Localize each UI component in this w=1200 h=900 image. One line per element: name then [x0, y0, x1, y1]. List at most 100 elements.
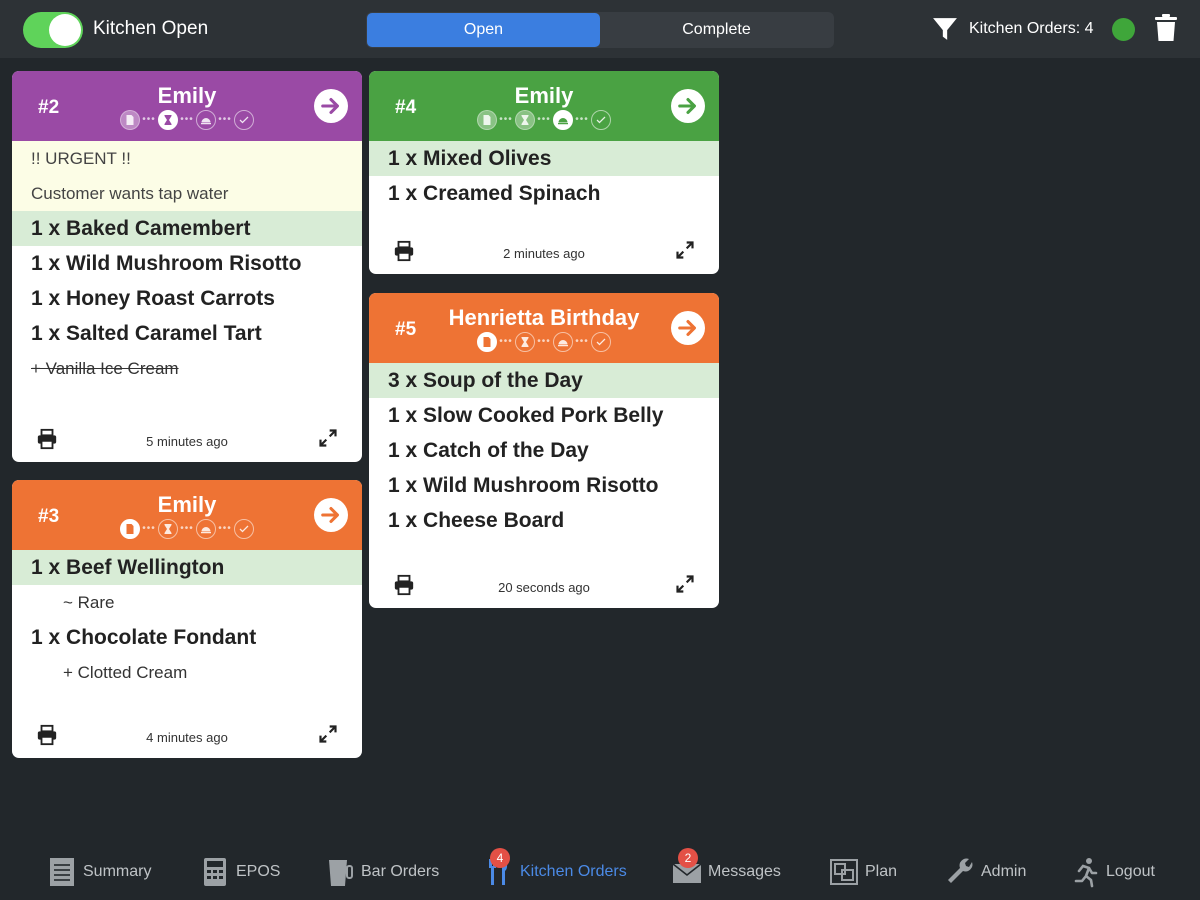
- order-timestamp: 2 minutes ago: [503, 246, 585, 261]
- nav-icon-wrap: [945, 856, 975, 888]
- order-item[interactable]: 1 x Chocolate Fondant: [12, 620, 362, 655]
- kitchen-open-toggle[interactable]: [23, 12, 83, 48]
- progress-step: [196, 110, 216, 130]
- progress-connector: •••: [218, 114, 232, 125]
- expand-button[interactable]: [675, 574, 695, 594]
- order-item[interactable]: 1 x Beef Wellington: [12, 550, 362, 585]
- check-icon: [239, 116, 249, 124]
- filter-icon[interactable]: [932, 16, 958, 42]
- order-item-modifier[interactable]: + Vanilla Ice Cream: [12, 351, 362, 386]
- progress-connector: •••: [575, 336, 589, 347]
- expand-button[interactable]: [318, 724, 338, 744]
- hourglass-icon: [164, 524, 172, 534]
- order-progress-steps: ••• ••• •••: [12, 519, 362, 539]
- order-note-line: !! URGENT !!: [31, 149, 131, 168]
- nav-logout[interactable]: Logout: [1070, 854, 1155, 890]
- order-card[interactable]: #3 Emily ••• ••• ••• 1 x Beef Wellington ~ Rar…: [12, 480, 362, 758]
- order-card[interactable]: #5 Henrietta Birthday ••• ••• ••• 3 x Soup of…: [369, 293, 719, 608]
- nav-summary[interactable]: Summary: [47, 854, 151, 890]
- order-timestamp: 20 seconds ago: [498, 580, 590, 595]
- nav-icon-wrap: [47, 856, 77, 888]
- order-item[interactable]: 1 x Slow Cooked Pork Belly: [369, 398, 719, 433]
- notification-badge: 2: [678, 848, 698, 868]
- order-progress-steps: ••• ••• •••: [369, 110, 719, 130]
- order-item[interactable]: 1 x Catch of the Day: [369, 433, 719, 468]
- progress-connector: •••: [180, 523, 194, 534]
- nav-label: Kitchen Orders: [520, 863, 627, 880]
- progress-connector: •••: [537, 336, 551, 347]
- order-item[interactable]: 1 x Wild Mushroom Risotto: [369, 468, 719, 503]
- expand-icon: [319, 725, 337, 743]
- nav-kitchen-orders[interactable]: 4 Kitchen Orders: [484, 848, 627, 890]
- nav-icon-wrap: [1070, 856, 1100, 888]
- nav-label: EPOS: [236, 863, 281, 880]
- progress-connector: •••: [499, 114, 513, 125]
- bottom-nav: Summary EPOS Bar Orders 4 Kitchen Orders 2 Mes…: [0, 840, 1200, 900]
- order-card[interactable]: #4 Emily ••• ••• ••• 1 x Mixed Olives 1 x Crea…: [369, 71, 719, 274]
- kitchen-open-label: Kitchen Open: [93, 18, 209, 39]
- advance-order-button[interactable]: [314, 89, 348, 123]
- arrow-right-icon: [321, 98, 339, 114]
- expand-icon: [676, 575, 694, 593]
- document-icon: [483, 337, 491, 347]
- nav-bar-orders[interactable]: Bar Orders: [325, 854, 439, 890]
- progress-step: [158, 519, 178, 539]
- order-item[interactable]: 1 x Honey Roast Carrots: [12, 281, 362, 316]
- advance-order-button[interactable]: [671, 311, 705, 345]
- expand-button[interactable]: [318, 428, 338, 448]
- progress-connector: •••: [142, 523, 156, 534]
- order-note-line: Customer wants tap water: [31, 184, 229, 203]
- progress-step: [234, 519, 254, 539]
- order-item-modifier[interactable]: + Clotted Cream: [12, 655, 362, 690]
- order-card-footer: 4 minutes ago: [12, 718, 362, 758]
- nav-label: Logout: [1106, 863, 1155, 880]
- order-item[interactable]: 1 x Salted Caramel Tart: [12, 316, 362, 351]
- progress-step: [120, 110, 140, 130]
- hourglass-icon: [164, 115, 172, 125]
- progress-step: [158, 110, 178, 130]
- order-item[interactable]: 1 x Wild Mushroom Risotto: [12, 246, 362, 281]
- order-item[interactable]: 1 x Cheese Board: [369, 503, 719, 538]
- nav-icon-wrap: 2: [672, 848, 702, 888]
- tab-open[interactable]: Open: [367, 13, 600, 47]
- advance-order-button[interactable]: [671, 89, 705, 123]
- order-card-footer: 5 minutes ago: [12, 422, 362, 462]
- progress-step: [553, 332, 573, 352]
- order-item[interactable]: 1 x Creamed Spinach: [369, 176, 719, 211]
- advance-order-button[interactable]: [314, 498, 348, 532]
- hourglass-icon: [521, 115, 529, 125]
- connection-status-dot: [1112, 18, 1135, 41]
- progress-connector: •••: [142, 114, 156, 125]
- order-status-tabs: Open Complete: [366, 12, 834, 48]
- document-icon: [126, 524, 134, 534]
- cloche-icon: [558, 118, 568, 125]
- trash-icon[interactable]: [1154, 14, 1178, 42]
- nav-icon-wrap: [325, 856, 355, 888]
- progress-step: [120, 519, 140, 539]
- nav-epos[interactable]: EPOS: [200, 854, 280, 890]
- cloche-icon: [201, 118, 211, 125]
- cloche-icon: [201, 527, 211, 534]
- order-item[interactable]: 1 x Mixed Olives: [369, 141, 719, 176]
- expand-icon: [676, 241, 694, 259]
- order-item[interactable]: 3 x Soup of the Day: [369, 363, 719, 398]
- order-item[interactable]: 1 x Baked Camembert: [12, 211, 362, 246]
- order-card[interactable]: #2 Emily ••• ••• •••!! URGENT !! Customer wan…: [12, 71, 362, 462]
- expand-icon: [319, 429, 337, 447]
- nav-admin[interactable]: Admin: [945, 854, 1026, 890]
- document-icon: [483, 115, 491, 125]
- running-man-icon: [1074, 858, 1098, 888]
- order-item-modifier[interactable]: ~ Rare: [12, 585, 362, 620]
- progress-connector: •••: [499, 336, 513, 347]
- expand-button[interactable]: [675, 240, 695, 260]
- order-card-header: #3 Emily ••• ••• •••: [12, 480, 362, 550]
- progress-step: [591, 332, 611, 352]
- nav-plan[interactable]: Plan: [829, 854, 897, 890]
- nav-messages[interactable]: 2 Messages: [672, 848, 781, 890]
- floor-plan-icon: [830, 859, 858, 885]
- progress-connector: •••: [575, 114, 589, 125]
- nav-label: Admin: [981, 863, 1027, 880]
- notification-badge: 4: [490, 848, 510, 868]
- tab-complete[interactable]: Complete: [600, 13, 833, 47]
- order-customer-name: Emily: [157, 492, 217, 517]
